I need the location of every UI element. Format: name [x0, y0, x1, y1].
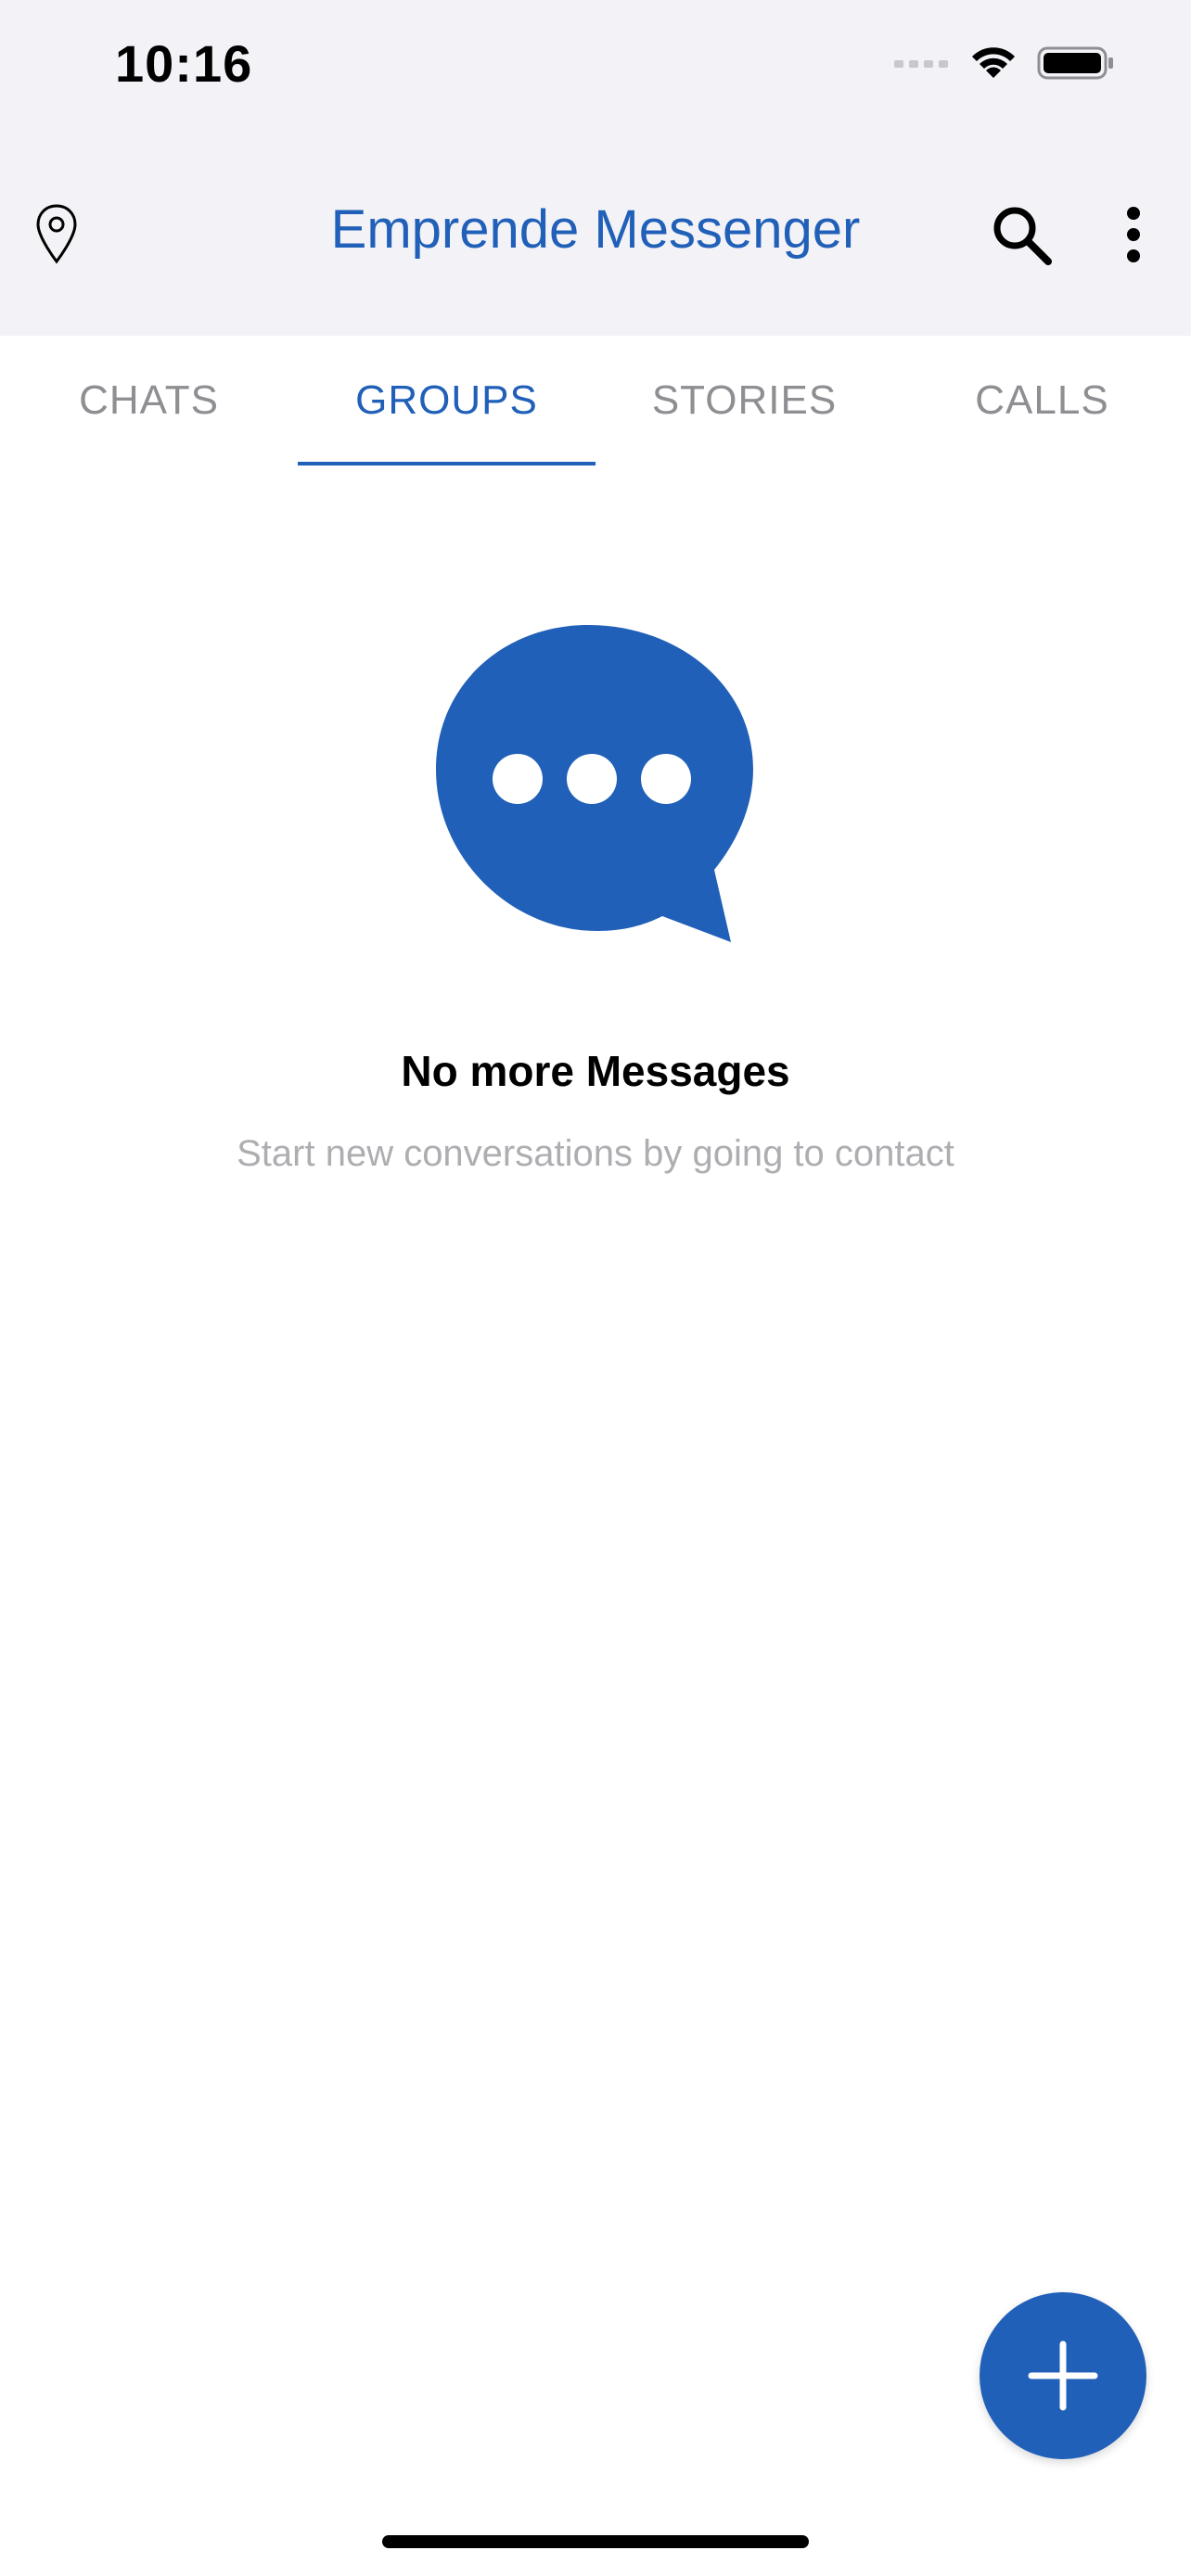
tab-label: CHATS — [79, 377, 219, 423]
new-conversation-button[interactable] — [980, 2292, 1146, 2459]
plus-icon — [1028, 2340, 1098, 2411]
tab-groups[interactable]: GROUPS — [298, 336, 596, 465]
tab-indicator — [596, 462, 893, 465]
status-icons — [894, 45, 1115, 82]
home-indicator[interactable] — [382, 2535, 809, 2548]
app-screen: 10:16 Emprende Messenger CHATS GROUPS ST… — [0, 0, 1191, 2576]
battery-icon — [1037, 46, 1113, 80]
tab-indicator — [298, 462, 596, 465]
chat-bubble-icon — [436, 625, 753, 942]
tab-stories[interactable]: STORIES — [596, 336, 893, 465]
tab-calls[interactable]: CALLS — [893, 336, 1191, 465]
more-vertical-icon[interactable] — [1113, 204, 1154, 265]
tab-label: CALLS — [975, 377, 1109, 423]
tab-indicator — [0, 462, 298, 465]
empty-state-subtitle: Start new conversations by going to cont… — [237, 1133, 954, 1174]
signal-icon — [894, 60, 948, 68]
search-icon[interactable] — [989, 202, 1056, 269]
tab-bar: CHATS GROUPS STORIES CALLS — [0, 336, 1191, 465]
tab-label: GROUPS — [355, 377, 538, 423]
tab-indicator — [893, 462, 1191, 465]
empty-state-title: No more Messages — [401, 1047, 790, 1095]
tab-chats[interactable]: CHATS — [0, 336, 298, 465]
tab-label: STORIES — [651, 377, 838, 423]
status-time: 10:16 — [115, 34, 253, 93]
top-bar: 10:16 Emprende Messenger — [0, 0, 1191, 336]
wifi-icon — [972, 47, 1015, 78]
